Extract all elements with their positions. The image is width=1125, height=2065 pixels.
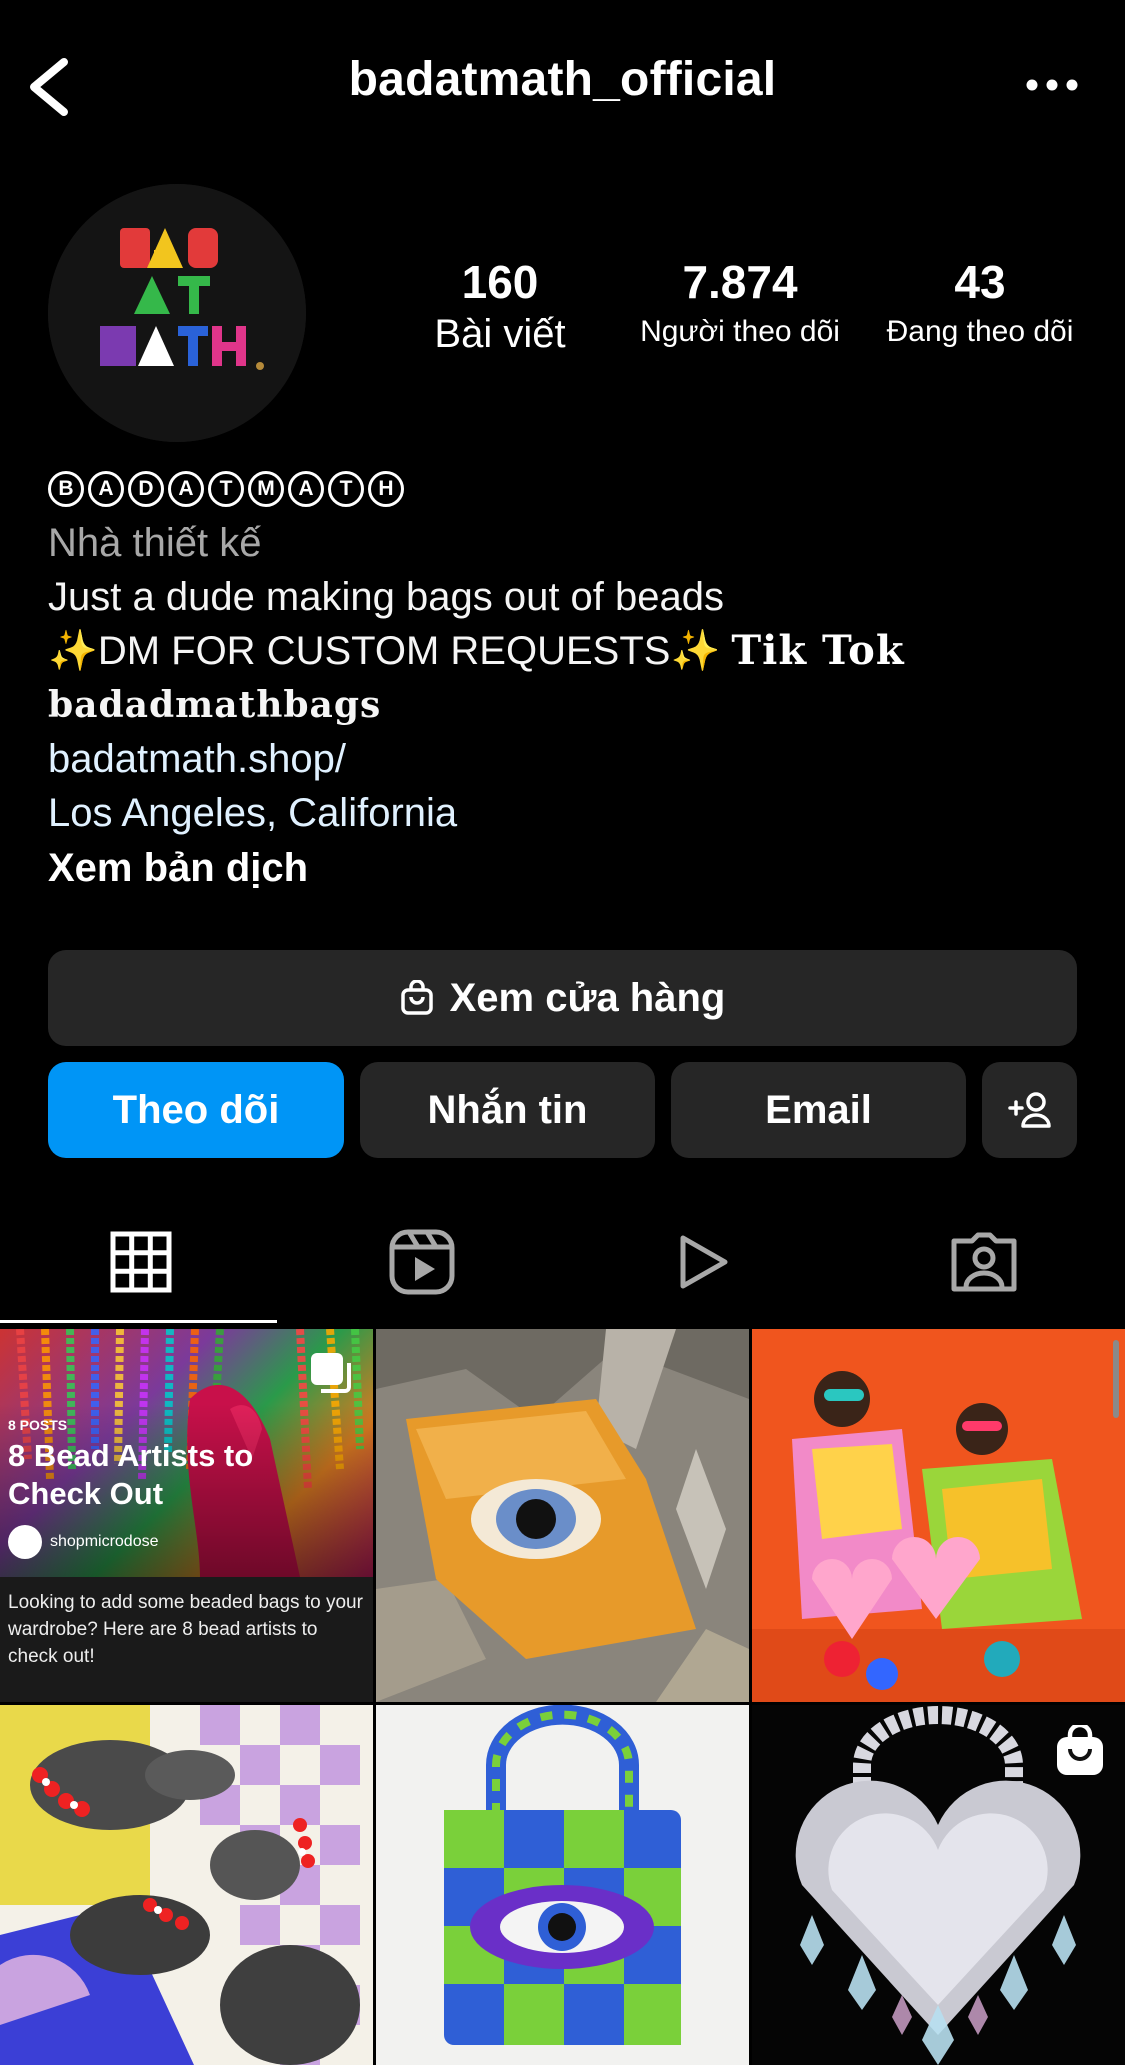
location-link[interactable]: Los Angeles, California: [48, 786, 1098, 840]
display-name-letter: T: [208, 471, 244, 507]
sparkles-icon: ✨: [48, 629, 98, 673]
following-count: 43: [954, 256, 1006, 308]
tab-posts-grid[interactable]: [0, 1200, 281, 1324]
tagged-user-icon: [951, 1232, 1016, 1292]
scrollbar[interactable]: [1113, 1340, 1119, 1418]
shopping-bag-icon: [400, 980, 433, 1015]
message-label: Nhắn tin: [427, 1087, 588, 1132]
view-shop-label: Xem cửa hàng: [449, 975, 726, 1020]
tab-reels[interactable]: [281, 1200, 562, 1324]
posts-count: 160: [461, 256, 539, 308]
guide-post-count: 8 POSTS: [8, 1417, 68, 1433]
display-name-letter: B: [48, 471, 84, 507]
add-person-icon: [1007, 1092, 1051, 1128]
post-thumbnail[interactable]: [752, 1329, 1125, 1702]
stat-posts[interactable]: 160 Bài viết: [380, 254, 620, 358]
bad-at-math-logo-icon: [48, 184, 306, 442]
display-name-letter: M: [248, 471, 284, 507]
tab-videos[interactable]: [562, 1200, 843, 1324]
follow-button[interactable]: Theo dõi: [48, 1062, 344, 1158]
display-name-letter: A: [88, 471, 124, 507]
carousel-icon: [311, 1353, 351, 1393]
post-thumbnail[interactable]: [0, 1705, 373, 2065]
message-button[interactable]: Nhắn tin: [360, 1062, 655, 1158]
followers-count: 7.874: [682, 256, 798, 308]
view-shop-button[interactable]: Xem cửa hàng: [48, 950, 1077, 1046]
display-name-letter: D: [128, 471, 164, 507]
post-thumbnail[interactable]: [752, 1705, 1125, 2065]
bio-line-2: ✨DM FOR CUSTOM REQUESTS✨ Tik Tok: [48, 624, 1098, 678]
website-link-text[interactable]: badatmath.shop/: [48, 737, 346, 781]
shopping-bag-icon: [1057, 1725, 1103, 1775]
grid-icon: [110, 1231, 171, 1293]
suggested-users-button[interactable]: [982, 1062, 1077, 1158]
email-label: Email: [765, 1087, 872, 1132]
dogs-beaded-collars-image: [0, 1705, 373, 2065]
reels-icon: [389, 1229, 454, 1295]
display-name-letter: H: [368, 471, 404, 507]
profile-category: Nhà thiết kế: [48, 521, 262, 565]
tab-tagged[interactable]: [843, 1200, 1124, 1324]
stat-following[interactable]: 43 Đang theo dõi: [860, 254, 1100, 354]
bio-custom-requests: DM FOR CUSTOM REQUESTS: [97, 629, 671, 673]
posts-grid: 8 POSTS 8 Bead Artists to Check Out shop…: [0, 1329, 1125, 2065]
green-blue-eye-bag-image: [376, 1705, 749, 2065]
guide-title: 8 Bead Artists to Check Out: [8, 1438, 254, 1511]
models-heart-bags-image: [752, 1329, 1125, 1702]
post-thumbnail[interactable]: [376, 1329, 749, 1702]
guide-author-avatar: [8, 1525, 42, 1559]
play-icon: [680, 1235, 727, 1289]
see-translation-link[interactable]: Xem bản dịch: [48, 840, 1098, 896]
sparkles-icon: ✨: [670, 629, 721, 673]
display-name-letter: A: [168, 471, 204, 507]
email-button[interactable]: Email: [671, 1062, 966, 1158]
bio-tiktok: Tik Tok: [731, 627, 905, 674]
posts-label: Bài viết: [434, 312, 566, 356]
display-name-letter: T: [328, 471, 364, 507]
beaded-eye-clutch-image: [376, 1329, 749, 1702]
post-thumbnail[interactable]: [376, 1705, 749, 2065]
following-label: Đang theo dõi: [886, 315, 1074, 348]
guide-cover-image: 8 POSTS 8 Bead Artists to Check Out shop…: [0, 1329, 373, 1577]
guide-author: shopmicrodose: [8, 1525, 159, 1559]
avatar[interactable]: [48, 184, 306, 442]
profile-page: badatmath_official 160 Bài viết 7.874 Ng…: [0, 0, 1125, 2065]
guide-post[interactable]: 8 POSTS 8 Bead Artists to Check Out shop…: [0, 1329, 373, 1702]
top-bar: badatmath_official: [0, 0, 1125, 170]
profile-tabs: [0, 1200, 1125, 1324]
bio-line-1: Just a dude making bags out of beads: [48, 575, 725, 619]
guide-author-name: shopmicrodose: [50, 1533, 159, 1550]
stat-followers[interactable]: 7.874 Người theo dõi: [620, 254, 860, 354]
profile-bio: B A D A T M A T H Nhà thiết kế Just a du…: [48, 466, 1098, 896]
display-name-letter: A: [288, 471, 324, 507]
followers-label: Người theo dõi: [640, 315, 840, 348]
more-options-icon[interactable]: [1019, 60, 1085, 110]
bio-tiktok-handle: badadmathbags: [48, 684, 382, 726]
profile-stats: 160 Bài viết 7.874 Người theo dõi 43 Đan…: [380, 254, 1120, 364]
guide-description: Looking to add some beaded bags to your …: [0, 1577, 373, 1702]
website-link[interactable]: badatmath.shop/: [48, 732, 1098, 786]
display-name: B A D A T M A T H: [48, 466, 1098, 512]
profile-username: badatmath_official: [348, 53, 777, 106]
active-tab-indicator: [0, 1320, 277, 1323]
follow-label: Theo dõi: [112, 1087, 280, 1132]
